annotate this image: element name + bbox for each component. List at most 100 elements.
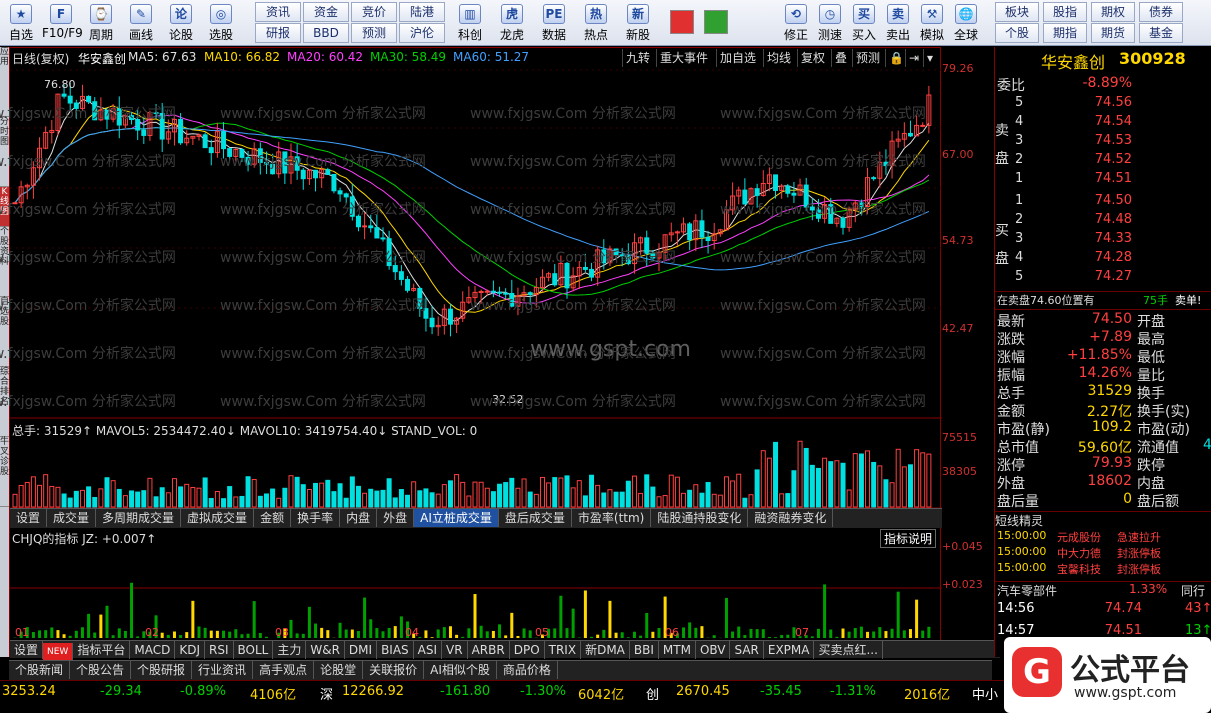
indicator-bar: [75, 631, 78, 638]
indicator-bar: [50, 627, 53, 638]
toolbar-market-button[interactable]: 个股: [995, 23, 1039, 43]
indicator-tab[interactable]: BOLL: [234, 641, 274, 659]
candle-body: [332, 174, 336, 190]
toolbar3-2-button[interactable]: ◷测速: [814, 2, 846, 44]
toolbar-market-button[interactable]: 期货: [1091, 23, 1135, 43]
indicator-tab[interactable]: KDJ: [175, 641, 205, 659]
indicator-tab[interactable]: 设置: [10, 641, 43, 659]
kline-chart-area[interactable]: 日线(复权) 华安鑫创 MA5: 67.63MA10: 66.82MA20: 6…: [9, 47, 941, 657]
volume-tab[interactable]: AI立桩成交量: [414, 509, 499, 527]
toolbar2-5-button[interactable]: 新新股: [618, 2, 658, 44]
indicator-tab[interactable]: EXPMA: [764, 641, 815, 659]
toolbar-market-button[interactable]: 板块: [995, 2, 1039, 22]
toolbar2-1-button[interactable]: ▥科创: [450, 2, 490, 44]
indicator-tab[interactable]: 指标平台: [73, 641, 130, 659]
info-tab[interactable]: 个股新闻: [9, 661, 70, 679]
toolbar-link-button[interactable]: BBD: [303, 23, 349, 43]
toolbar-market-button[interactable]: 期权: [1091, 2, 1135, 22]
indicator-bar: [553, 628, 556, 638]
indicator-tab[interactable]: 买卖点红...: [814, 641, 882, 659]
info-tab[interactable]: 高手观点: [253, 661, 314, 679]
toolbar-1-button[interactable]: ★自选: [2, 2, 40, 44]
info-tab[interactable]: 商品价格: [497, 661, 558, 679]
info-tab[interactable]: 个股公告: [70, 661, 131, 679]
indicator-tab[interactable]: NEW: [43, 643, 73, 661]
toolbar-color-icon[interactable]: [704, 10, 728, 34]
volume-tab[interactable]: 盘后成交量: [499, 509, 572, 527]
indicator-tab[interactable]: ASI: [414, 641, 442, 659]
indicator-tab[interactable]: RSI: [205, 641, 234, 659]
toolbar-link-button[interactable]: 陆港: [399, 2, 445, 22]
volume-bar: [166, 493, 170, 507]
toolbar-label: 买入: [848, 26, 880, 43]
volume-tab[interactable]: 外盘: [377, 509, 414, 527]
ling-item[interactable]: 15:00:00宝馨科技封涨停板: [995, 561, 1211, 580]
volume-tab[interactable]: 换手率: [291, 509, 340, 527]
toolbar-link-button[interactable]: 预测: [351, 23, 397, 43]
toolbar3-3-button[interactable]: 买买入: [848, 2, 880, 44]
toolbar-color-icon[interactable]: [670, 10, 694, 34]
indicator-info-button[interactable]: 指标说明: [880, 529, 936, 548]
toolbar2-2-button[interactable]: 虎龙虎: [492, 2, 532, 44]
volume-bar: [718, 495, 722, 507]
toolbar2-3-button[interactable]: PE数据: [534, 2, 574, 44]
toolbar-market-button[interactable]: 债券: [1139, 2, 1183, 22]
info-tab[interactable]: 行业资讯: [192, 661, 253, 679]
toolbar-link-button[interactable]: 沪伦: [399, 23, 445, 43]
toolbar-link-button[interactable]: 研报: [255, 23, 301, 43]
toolbar-link-button[interactable]: 资讯: [255, 2, 301, 22]
sector-pct: 1.33%: [1129, 582, 1167, 596]
indicator-tab[interactable]: OBV: [696, 641, 731, 659]
indicator-tab[interactable]: MACD: [130, 641, 175, 659]
toolbar-market-button[interactable]: 基金: [1139, 23, 1183, 43]
toolbar-6-button[interactable]: ◎选股: [202, 2, 240, 44]
info-tab[interactable]: 个股研报: [131, 661, 192, 679]
volume-tab[interactable]: 融资融券变化: [748, 509, 833, 527]
indicator-tab[interactable]: BBI: [630, 641, 659, 659]
volume-tab[interactable]: 陆股通持股变化: [651, 509, 748, 527]
indicator-tab[interactable]: MTM: [659, 641, 696, 659]
indicator-bar: [510, 613, 513, 638]
toolbar-market-button[interactable]: 期指: [1043, 23, 1087, 43]
indicator-tab[interactable]: DMI: [345, 641, 377, 659]
quote-title: 华安鑫创300928: [995, 49, 1211, 69]
indicator-bar: [651, 632, 654, 638]
toolbar-link-button[interactable]: 资金: [303, 2, 349, 22]
volume-tab[interactable]: 虚拟成交量: [181, 509, 254, 527]
indicator-tab[interactable]: DPO: [510, 641, 545, 659]
left-tab[interactable]: 牛叉诊股: [0, 437, 9, 507]
toolbar3-1-button[interactable]: ⟲修正: [780, 2, 812, 44]
toolbar-5-button[interactable]: 论论股: [162, 2, 200, 44]
indicator-tab[interactable]: SAR: [730, 641, 763, 659]
toolbar2-4-button[interactable]: 热热点: [576, 2, 616, 44]
indicator-tab[interactable]: BIAS: [377, 641, 414, 659]
toolbar-link-button[interactable]: 竞价: [351, 2, 397, 22]
toolbar-4-button[interactable]: ✎画线: [122, 2, 160, 44]
volume-tab[interactable]: 成交量: [47, 509, 96, 527]
volume-tab[interactable]: 多周期成交量: [96, 509, 181, 527]
axis-label: 79.26: [942, 62, 974, 75]
info-tab[interactable]: AI相似个股: [424, 661, 497, 679]
indicator-bar: [124, 631, 127, 638]
indicator-tab[interactable]: 新DMA: [581, 641, 630, 659]
indicator-tab[interactable]: VR: [442, 641, 468, 659]
indicator-tab[interactable]: TRIX: [545, 641, 581, 659]
volume-tab[interactable]: 市盈率(ttm): [572, 509, 651, 527]
info-tab[interactable]: 论股堂: [314, 661, 363, 679]
toolbar-market-button[interactable]: 股指: [1043, 2, 1087, 22]
toolbar3-4-button[interactable]: 卖卖出: [882, 2, 914, 44]
indicator-bar: [743, 635, 746, 638]
toolbar-3-button[interactable]: ⌚周期: [82, 2, 120, 44]
sector-button[interactable]: 同行: [1181, 582, 1205, 599]
indicator-tab[interactable]: 主力: [273, 641, 306, 659]
info-tab[interactable]: 关联报价: [363, 661, 424, 679]
volume-tab[interactable]: 设置: [10, 509, 47, 527]
volume-tab[interactable]: 金额: [254, 509, 291, 527]
indicator-tab[interactable]: ARBR: [468, 641, 510, 659]
indicator-tab[interactable]: W&R: [306, 641, 345, 659]
toolbar3-6-button[interactable]: 🌐全球: [950, 2, 982, 44]
volume-tab[interactable]: 内盘: [340, 509, 377, 527]
toolbar-2-button[interactable]: FF10/F9: [42, 2, 80, 44]
toolbar3-5-button[interactable]: ⚒模拟: [916, 2, 948, 44]
candle-body: [363, 226, 367, 227]
